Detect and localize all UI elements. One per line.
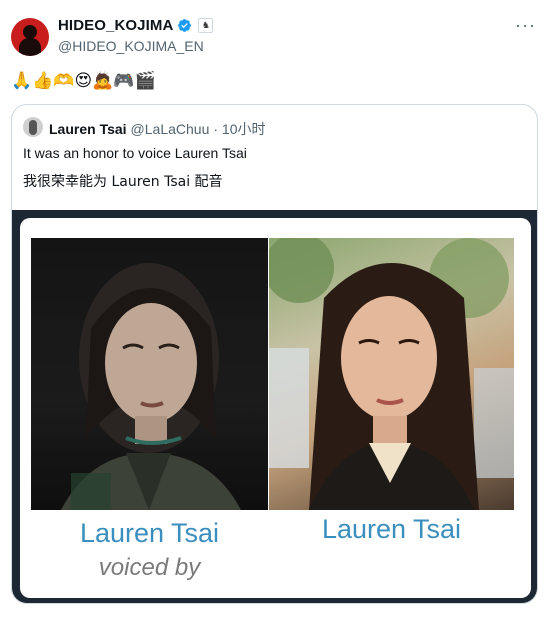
quote-header: Lauren Tsai @LaLaChuu · 10小时 — [49, 119, 266, 139]
quote-text-chinese: 我很荣幸能为 Lauren Tsai 配音 — [23, 174, 223, 190]
avatar-figure-body — [19, 38, 41, 56]
comparison-image: Lauren Tsai Lauren Tsai voiced by — [20, 218, 531, 598]
author-name-row: HIDEO_KOJIMA ♞ — [58, 17, 214, 34]
voiced-by-label: voiced by — [98, 554, 201, 581]
character-render-image — [31, 238, 268, 510]
character-name-label: Lauren Tsai — [79, 518, 220, 548]
quote-media[interactable]: Lauren Tsai Lauren Tsai voiced by — [12, 210, 537, 603]
quote-timestamp[interactable]: · 10小时 — [213, 119, 265, 139]
actor-name-label: Lauren Tsai — [321, 514, 462, 544]
quoted-tweet[interactable]: Lauren Tsai @LaLaChuu · 10小时 It was an h… — [11, 104, 538, 604]
affiliate-badge-icon[interactable]: ♞ — [198, 18, 214, 33]
quote-text-english: It was an honor to voice Lauren Tsai — [23, 145, 247, 161]
quote-author-name[interactable]: Lauren Tsai — [49, 121, 127, 137]
author-avatar[interactable] — [11, 18, 49, 56]
tweet-text: 🙏👍🫶😍🙇🎮🎬 — [11, 71, 156, 91]
avatar-figure-head — [23, 25, 37, 39]
real-photo-image — [269, 238, 514, 510]
author-handle[interactable]: @HIDEO_KOJIMA_EN — [58, 38, 204, 54]
more-options-icon[interactable]: ··· — [515, 15, 536, 36]
author-display-name[interactable]: HIDEO_KOJIMA — [58, 17, 173, 34]
verified-badge-icon[interactable] — [177, 18, 192, 33]
quote-author-avatar[interactable] — [23, 117, 43, 137]
quote-author-handle[interactable]: @LaLaChuu — [131, 121, 210, 137]
